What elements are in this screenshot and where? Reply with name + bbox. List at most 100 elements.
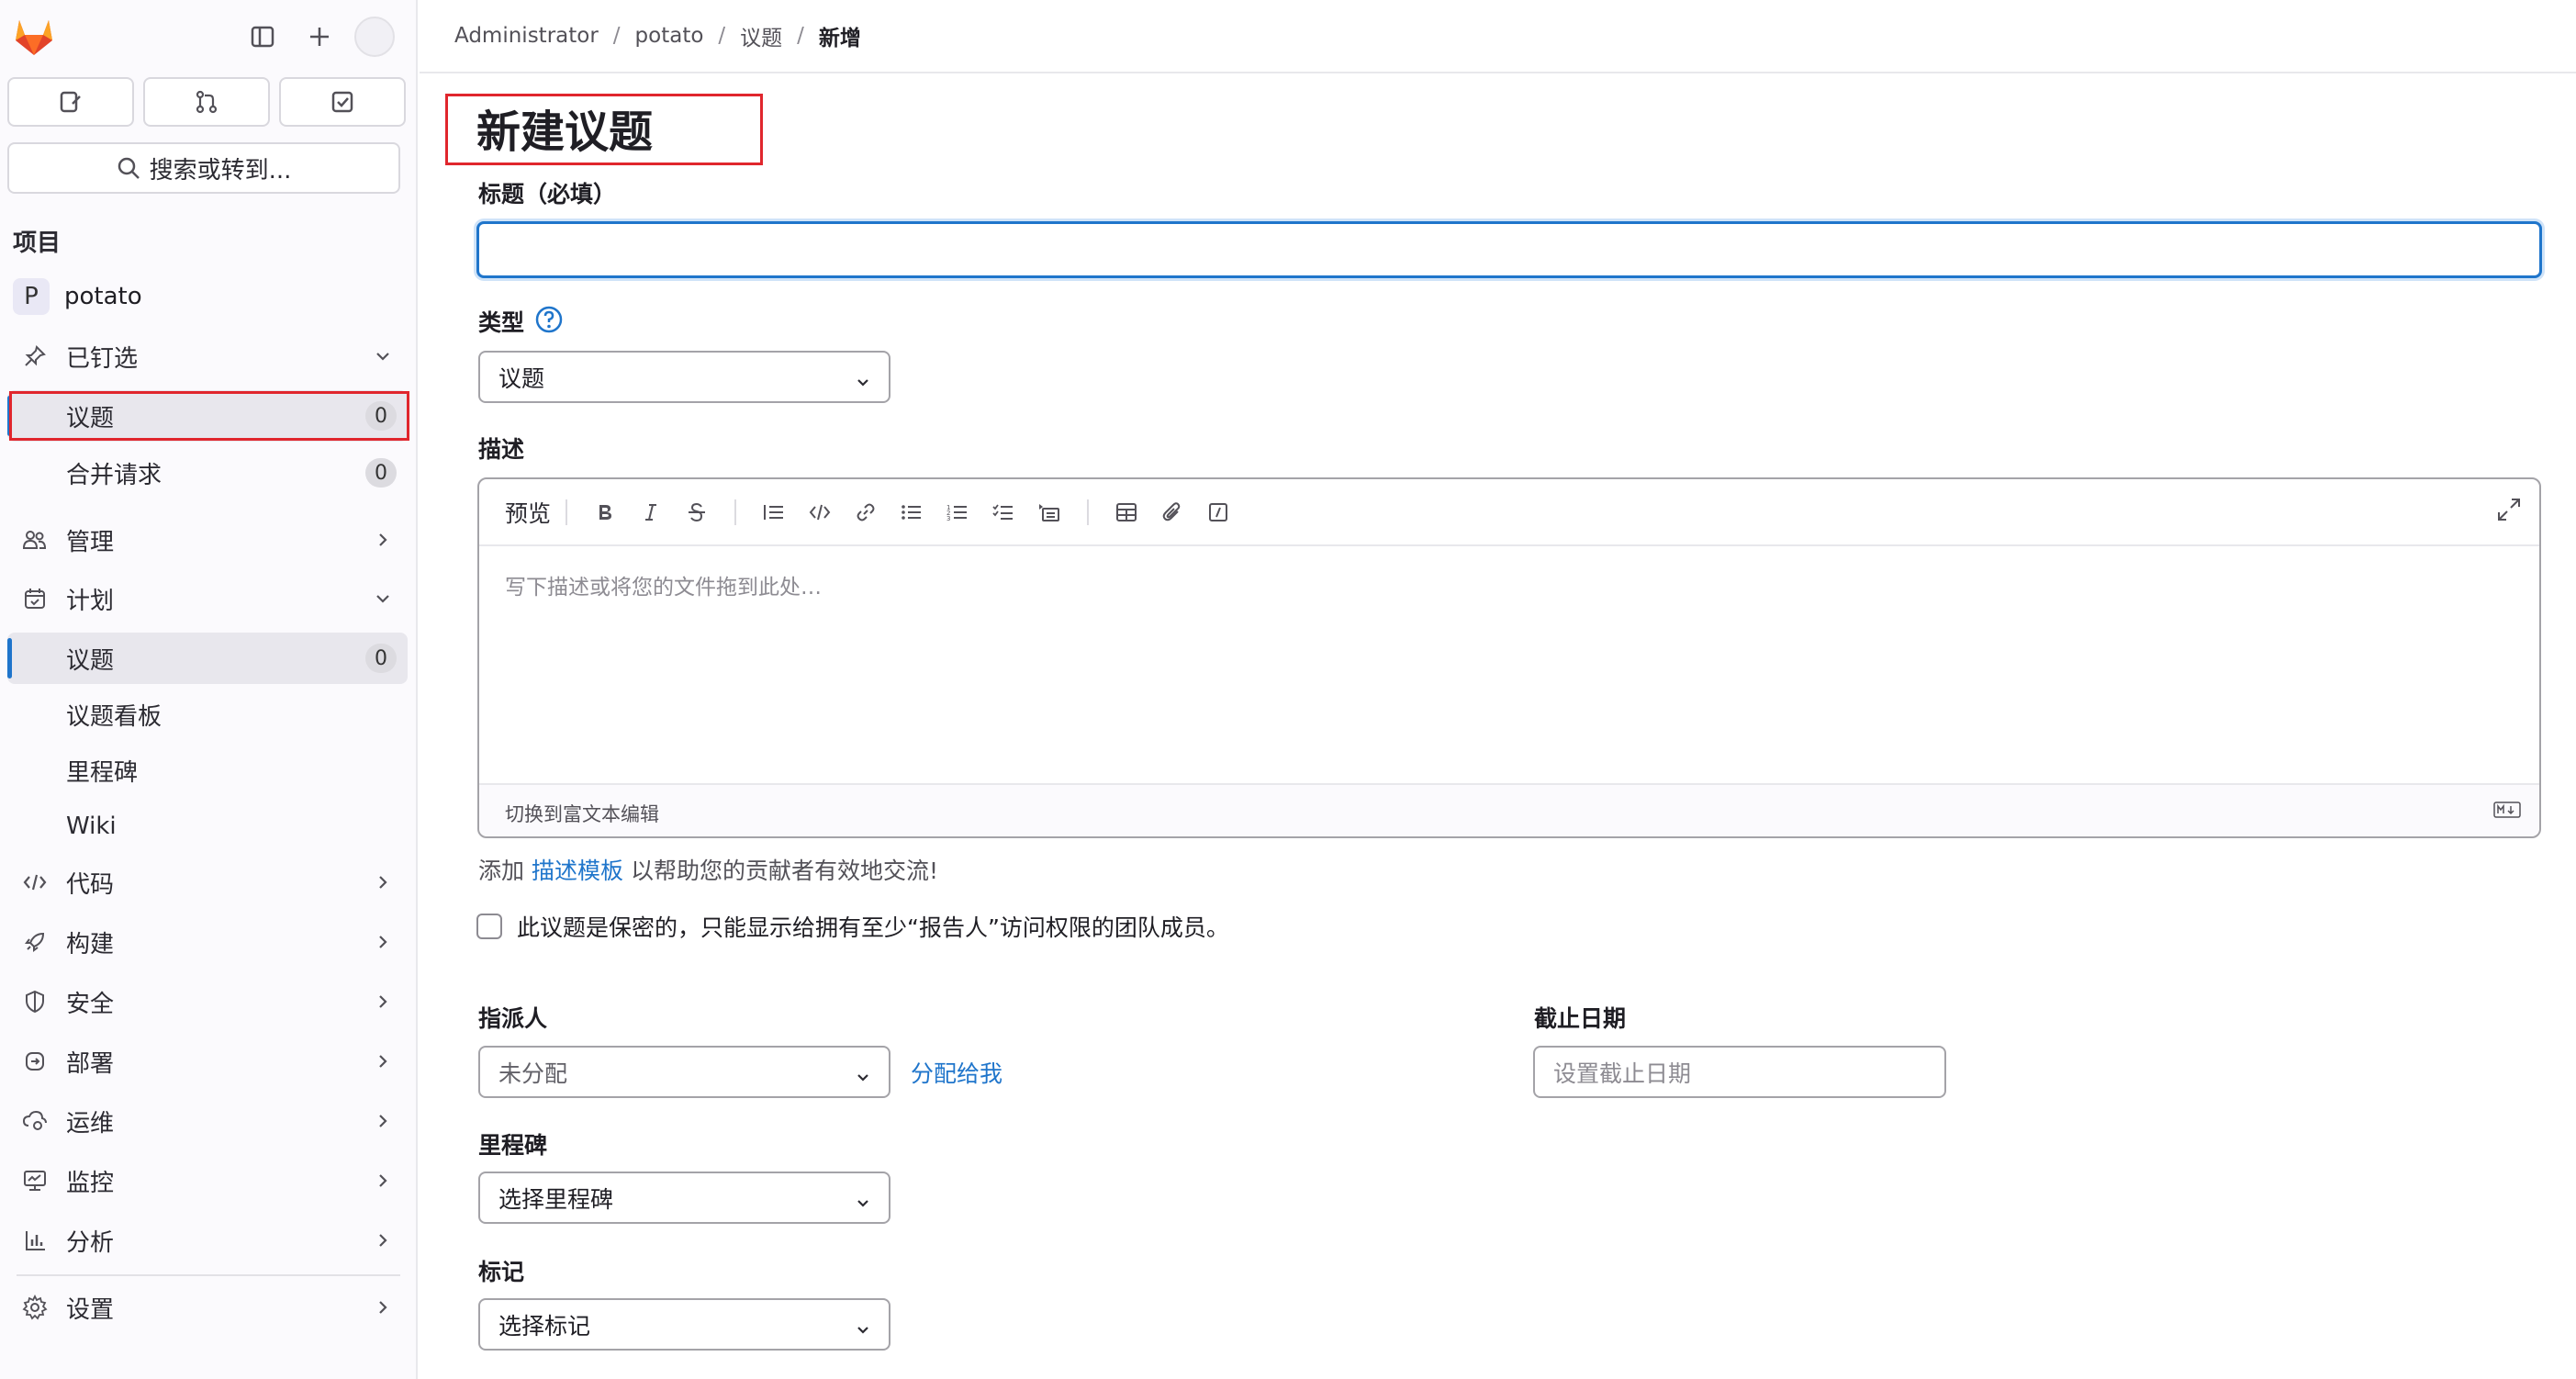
title-label: 标题（必填）: [478, 181, 617, 207]
cloud-gear-icon: [17, 1109, 53, 1133]
assign-to-me-link[interactable]: 分配给我: [911, 1056, 1002, 1089]
plan-item-issue-boards[interactable]: 议题看板: [7, 689, 408, 740]
breadcrumb-item-new[interactable]: 新增: [819, 20, 861, 51]
slash-command-icon[interactable]: [1195, 494, 1241, 531]
chevron-down-icon: [854, 1066, 872, 1093]
nav-pinned[interactable]: 已钉选: [7, 331, 408, 382]
nav-operate[interactable]: 运维: [7, 1095, 408, 1147]
plus-icon[interactable]: [301, 18, 338, 55]
users-icon: [17, 528, 53, 552]
milestone-select[interactable]: 选择里程碑: [478, 1172, 890, 1224]
nav-analyze[interactable]: 分析: [7, 1215, 408, 1266]
assigned-issues-button[interactable]: [7, 77, 134, 127]
deploy-icon: [17, 1049, 53, 1073]
fullscreen-icon[interactable]: [2495, 496, 2523, 527]
nav-plan[interactable]: 计划: [7, 573, 408, 624]
title-input[interactable]: [476, 221, 2542, 278]
nav-secure-label: 安全: [66, 990, 115, 1018]
type-select-value: 议题: [498, 364, 545, 392]
calendar-icon: [17, 587, 53, 611]
nav-deploy[interactable]: 部署: [7, 1036, 408, 1087]
nav-settings[interactable]: 设置: [7, 1282, 408, 1333]
paperclip-icon[interactable]: [1149, 494, 1195, 531]
search-button[interactable]: 搜索或转到...: [7, 142, 400, 194]
due-date-label: 截止日期: [1534, 1005, 1627, 1032]
editor-footer: 切换到富文本编辑: [479, 783, 2539, 836]
merge-requests-button[interactable]: [143, 77, 270, 127]
labels-select-value: 选择标记: [498, 1312, 591, 1340]
chevron-right-icon: [373, 1296, 393, 1324]
gitlab-logo-icon[interactable]: [11, 13, 57, 59]
template-hint: 添加 描述模板 以帮助您的贡献者有效地交流!: [478, 853, 938, 886]
user-avatar[interactable]: [354, 17, 395, 57]
description-template-link[interactable]: 描述模板: [532, 858, 623, 884]
preview-tab[interactable]: 预览: [505, 496, 551, 529]
todo-list-button[interactable]: [279, 77, 406, 127]
task-list-icon[interactable]: [980, 494, 1026, 531]
help-icon[interactable]: [534, 305, 564, 338]
nav-code[interactable]: 代码: [7, 857, 408, 908]
confidential-label: 此议题是保密的，只能显示给拥有至少“报告人”访问权限的团队成员。: [517, 914, 1229, 941]
chevron-down-icon: [373, 345, 393, 373]
issues-icon: [60, 91, 81, 113]
type-select[interactable]: 议题: [478, 351, 890, 403]
breadcrumb-separator: /: [718, 24, 726, 48]
table-icon[interactable]: [1103, 494, 1149, 531]
strikethrough-icon[interactable]: [674, 494, 720, 531]
toolbar-divider: [734, 499, 737, 525]
rocket-icon: [17, 930, 53, 954]
chevron-down-icon: [854, 1318, 872, 1345]
chevron-right-icon: [373, 529, 393, 556]
type-label: 类型: [478, 309, 525, 336]
chart-icon: [17, 1228, 53, 1252]
nav-monitor[interactable]: 监控: [7, 1155, 408, 1206]
chevron-right-icon: [373, 1050, 393, 1078]
quote-icon[interactable]: [751, 494, 797, 531]
bullet-list-icon[interactable]: [889, 494, 935, 531]
description-label: 描述: [478, 436, 525, 463]
toolbar-divider: [1087, 499, 1090, 525]
pinned-item-merge-requests[interactable]: 合并请求 0: [7, 447, 408, 499]
switch-rich-text-button[interactable]: 切换到富文本编辑: [505, 800, 659, 827]
plan-item-wiki[interactable]: Wiki: [7, 801, 408, 852]
confidential-checkbox[interactable]: [476, 914, 502, 939]
chevron-down-icon: [373, 588, 393, 615]
italic-icon[interactable]: [628, 494, 674, 531]
count-badge: 0: [365, 644, 397, 673]
link-icon[interactable]: [843, 494, 889, 531]
nav-manage[interactable]: 管理: [7, 514, 408, 566]
breadcrumb-item-project[interactable]: potato: [635, 24, 704, 48]
nav-analyze-label: 分析: [66, 1228, 115, 1257]
collapsible-section-icon[interactable]: [1026, 494, 1072, 531]
labels-select[interactable]: 选择标记: [478, 1298, 890, 1351]
chevron-down-icon: [854, 1192, 872, 1218]
assignee-label: 指派人: [478, 1005, 548, 1032]
nav-deploy-label: 部署: [66, 1049, 115, 1078]
milestone-select-value: 选择里程碑: [498, 1185, 614, 1213]
nav-manage-label: 管理: [66, 528, 115, 556]
assignee-select[interactable]: 未分配: [478, 1046, 890, 1098]
section-title: 项目: [13, 230, 62, 257]
numbered-list-icon[interactable]: 123: [935, 494, 980, 531]
plan-item-label: 议题: [66, 646, 115, 675]
milestone-label: 里程碑: [478, 1132, 548, 1159]
breadcrumb-item-user[interactable]: Administrator: [454, 24, 599, 48]
plan-item-label: 里程碑: [66, 758, 139, 787]
code-icon[interactable]: [797, 494, 843, 531]
project-link[interactable]: P potato: [13, 278, 142, 315]
monitor-icon: [17, 1169, 53, 1193]
plan-item-issues[interactable]: 议题 0: [7, 633, 408, 684]
bold-icon[interactable]: [582, 494, 628, 531]
description-textarea[interactable]: 写下描述或将您的文件拖到此处…: [505, 569, 822, 600]
template-prefix: 添加: [478, 858, 525, 884]
highlight-box: [445, 94, 763, 165]
breadcrumb-item-issues[interactable]: 议题: [740, 20, 782, 51]
plan-item-milestones[interactable]: 里程碑: [7, 745, 408, 796]
nav-code-label: 代码: [66, 870, 115, 899]
sidebar-toggle-icon[interactable]: [244, 18, 281, 55]
nav-secure[interactable]: 安全: [7, 976, 408, 1027]
nav-build[interactable]: 构建: [7, 916, 408, 968]
chevron-right-icon: [373, 1170, 393, 1197]
chevron-right-icon: [373, 1229, 393, 1257]
due-date-input[interactable]: 设置截止日期: [1533, 1046, 1946, 1098]
